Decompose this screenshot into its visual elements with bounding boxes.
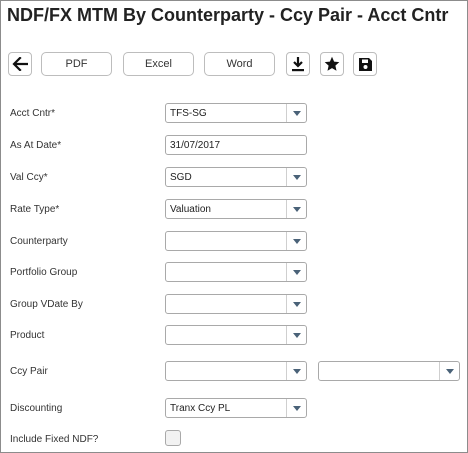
as-at-date-value: 31/07/2017 xyxy=(170,140,221,151)
download-icon xyxy=(292,57,304,72)
include-fixed-ndf-checkbox[interactable] xyxy=(165,430,181,446)
page-title: NDF/FX MTM By Counterparty - Ccy Pair - … xyxy=(7,5,449,25)
download-button[interactable] xyxy=(286,52,310,76)
acct-cntr-label: Acct Cntr* xyxy=(10,108,56,119)
as-at-date-label: As At Date* xyxy=(10,140,62,151)
back-button[interactable] xyxy=(8,52,32,76)
arrow-left-icon xyxy=(12,57,28,71)
chevron-down-icon[interactable] xyxy=(286,232,306,250)
rate-type-value: Valuation xyxy=(170,204,211,215)
val-ccy-label: Val Ccy* xyxy=(10,172,48,183)
portfolio-group-label: Portfolio Group xyxy=(10,267,78,278)
val-ccy-value: SGD xyxy=(170,172,192,183)
as-at-date-input[interactable]: 31/07/2017 xyxy=(165,135,307,155)
counterparty-select[interactable] xyxy=(165,231,307,251)
discounting-label: Discounting xyxy=(10,403,63,414)
word-button[interactable]: Word xyxy=(204,52,275,76)
rate-type-select[interactable]: Valuation xyxy=(165,199,307,219)
ccy-pair-from-select[interactable] xyxy=(165,361,307,381)
pdf-button[interactable]: PDF xyxy=(41,52,112,76)
save-button[interactable] xyxy=(353,52,377,76)
portfolio-group-select[interactable] xyxy=(165,262,307,282)
chevron-down-icon[interactable] xyxy=(286,200,306,218)
star-icon xyxy=(324,56,340,71)
rate-type-label: Rate Type* xyxy=(10,204,60,215)
chevron-down-icon[interactable] xyxy=(286,263,306,281)
chevron-down-icon[interactable] xyxy=(286,295,306,313)
save-icon xyxy=(358,57,372,71)
product-select[interactable] xyxy=(165,325,307,345)
counterparty-label: Counterparty xyxy=(10,236,68,247)
ccy-pair-to-select[interactable] xyxy=(318,361,460,381)
chevron-down-icon[interactable] xyxy=(439,362,459,380)
val-ccy-select[interactable]: SGD xyxy=(165,167,307,187)
acct-cntr-value: TFS-SG xyxy=(170,108,207,119)
product-label: Product xyxy=(10,330,45,341)
chevron-down-icon[interactable] xyxy=(286,168,306,186)
acct-cntr-select[interactable]: TFS-SG xyxy=(165,103,307,123)
report-panel: NDF/FX MTM By Counterparty - Ccy Pair - … xyxy=(0,0,468,453)
chevron-down-icon[interactable] xyxy=(286,326,306,344)
chevron-down-icon[interactable] xyxy=(286,399,306,417)
discounting-value: Tranx Ccy PL xyxy=(170,403,231,414)
discounting-select[interactable]: Tranx Ccy PL xyxy=(165,398,307,418)
chevron-down-icon[interactable] xyxy=(286,104,306,122)
group-vdate-by-label: Group VDate By xyxy=(10,299,83,310)
excel-button[interactable]: Excel xyxy=(123,52,194,76)
favorite-button[interactable] xyxy=(320,52,344,76)
chevron-down-icon[interactable] xyxy=(286,362,306,380)
group-vdate-by-select[interactable] xyxy=(165,294,307,314)
ccy-pair-label: Ccy Pair xyxy=(10,366,48,377)
include-fixed-ndf-label: Include Fixed NDF? xyxy=(10,434,99,445)
